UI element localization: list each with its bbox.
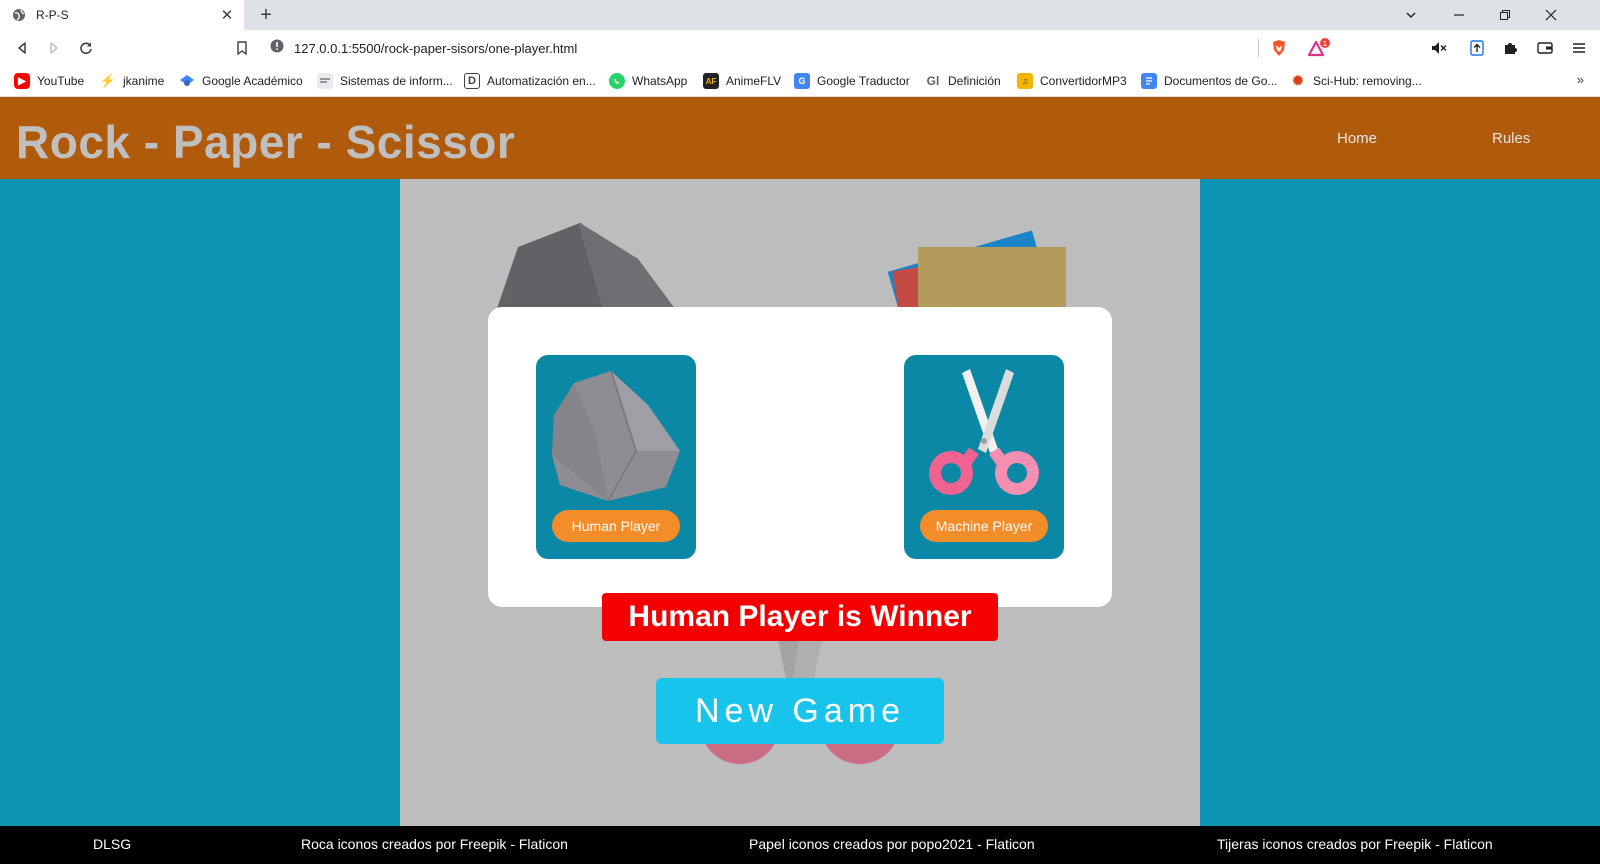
result-modal: Human Player Machine Player [488,307,1112,607]
browser-toolbar: 127.0.0.1:5500/rock-paper-sisors/one-pla… [0,30,1600,66]
nav-rules-link[interactable]: Rules [1492,130,1530,147]
site-title: Rock - Paper - Scissor [16,116,516,168]
address-bar[interactable]: 127.0.0.1:5500/rock-paper-sisors/one-pla… [270,34,1270,62]
bookmark-google-academico[interactable]: Google Académico [179,71,303,91]
jkanime-icon: ⚡ [99,73,117,88]
menu-icon[interactable] [1568,37,1590,59]
bookmark-jkanime[interactable]: ⚡ jkanime [100,71,164,91]
footer-author: DLSG [93,836,132,852]
bookmark-label: YouTube [37,74,85,88]
bookmark-animeflv[interactable]: AF AnimeFLV [703,71,781,91]
bookmark-sistemas[interactable]: Sistemas de inform... [317,71,453,91]
page-icon [317,73,333,89]
web-page: Rock - Paper - Scissor Home Rules Human … [0,97,1600,864]
docs-icon [1141,73,1157,89]
rewards-badge: 1 [1323,40,1327,48]
human-player-card: Human Player [536,355,696,559]
footer-paper-credit-link[interactable]: Papel iconos creados por popo2021 - Flat… [749,836,1035,852]
scihub-icon: ✺ [1292,73,1304,88]
machine-player-card: Machine Player [904,355,1064,559]
d-icon: D [464,73,480,89]
globe-icon [12,8,26,22]
bookmark-convertidor[interactable]: ♫ ConvertidorMP3 [1017,71,1127,91]
upload-extension-icon[interactable] [1466,37,1488,59]
tab-title: R-P-S [36,8,69,22]
forward-icon[interactable] [42,36,66,60]
bookmark-whatsapp[interactable]: WhatsApp [609,71,687,91]
tab-search-icon[interactable] [1388,0,1434,30]
reload-icon[interactable] [74,36,98,60]
bookmarks-bar: ▶ YouTube ⚡ jkanime Google Académico Sis… [0,66,1600,97]
nav-home-link[interactable]: Home [1337,130,1377,147]
google-scholar-icon [179,73,195,89]
browser-tab[interactable]: R-P-S ✕ [0,0,244,30]
definition-icon: Gl [926,74,940,88]
bookmark-documentos[interactable]: Documentos de Go... [1141,71,1277,91]
converter-icon: ♫ [1017,73,1033,89]
bookmark-label: Google Traductor [817,74,910,88]
youtube-icon: ▶ [14,73,30,89]
bookmark-label: Sci-Hub: removing... [1313,74,1422,88]
bookmark-label: Google Académico [202,74,303,88]
toolbar-divider [1258,39,1259,57]
extensions-puzzle-icon[interactable] [1500,37,1522,59]
back-icon[interactable] [10,36,34,60]
translate-icon: G [794,73,810,89]
more-bookmarks-icon[interactable]: » [1577,72,1584,87]
tab-strip: R-P-S ✕ + [0,0,1600,30]
bookmark-label: Documentos de Go... [1164,74,1278,88]
bookmark-label: jkanime [123,74,165,88]
site-info-icon[interactable] [270,39,284,58]
bookmark-scihub[interactable]: ✺ Sci-Hub: removing... [1290,71,1422,91]
bookmark-definicion[interactable]: Gl Definición [925,71,1001,91]
brave-rewards-icon[interactable]: 1 [1304,37,1334,59]
site-footer: DLSG Roca iconos creados por Freepik - F… [0,826,1600,864]
bookmark-automatizacion[interactable]: D Automatización en... [464,71,596,91]
footer-rock-credit-link[interactable]: Roca iconos creados por Freepik - Flatic… [301,836,568,852]
bookmark-label: AnimeFLV [726,74,782,88]
machine-player-label: Machine Player [920,510,1048,542]
bookmark-label: WhatsApp [632,74,688,88]
new-tab-icon[interactable]: + [254,3,278,27]
bookmark-page-icon[interactable] [230,36,254,60]
site-header: Rock - Paper - Scissor Home Rules [0,97,1600,179]
brave-shield-icon[interactable] [1268,37,1290,59]
bookmark-label: Definición [948,74,1001,88]
close-tab-icon[interactable]: ✕ [218,6,236,24]
restore-icon[interactable] [1482,0,1528,30]
human-player-label: Human Player [552,510,680,542]
bookmark-label: Sistemas de inform... [340,74,453,88]
bookmark-youtube[interactable]: ▶ YouTube [14,71,84,91]
machine-scissors-icon [929,369,1039,495]
url-text: 127.0.0.1:5500/rock-paper-sisors/one-pla… [294,40,578,56]
minimize-icon[interactable] [1436,0,1482,30]
animeflv-icon: AF [703,73,719,89]
bookmark-label: ConvertidorMP3 [1040,74,1127,88]
human-rock-icon [552,370,680,502]
close-window-icon[interactable] [1528,0,1574,30]
bookmark-google-traductor[interactable]: G Google Traductor [794,71,910,91]
new-game-button[interactable]: New Game [656,678,944,744]
bookmark-label: Automatización en... [487,74,596,88]
mute-tab-icon[interactable] [1428,37,1450,59]
footer-scissors-credit-link[interactable]: Tijeras iconos creados por Freepik - Fla… [1217,836,1493,852]
winner-banner: Human Player is Winner [602,593,998,641]
whatsapp-icon [609,73,625,89]
wallet-icon[interactable] [1534,37,1556,59]
